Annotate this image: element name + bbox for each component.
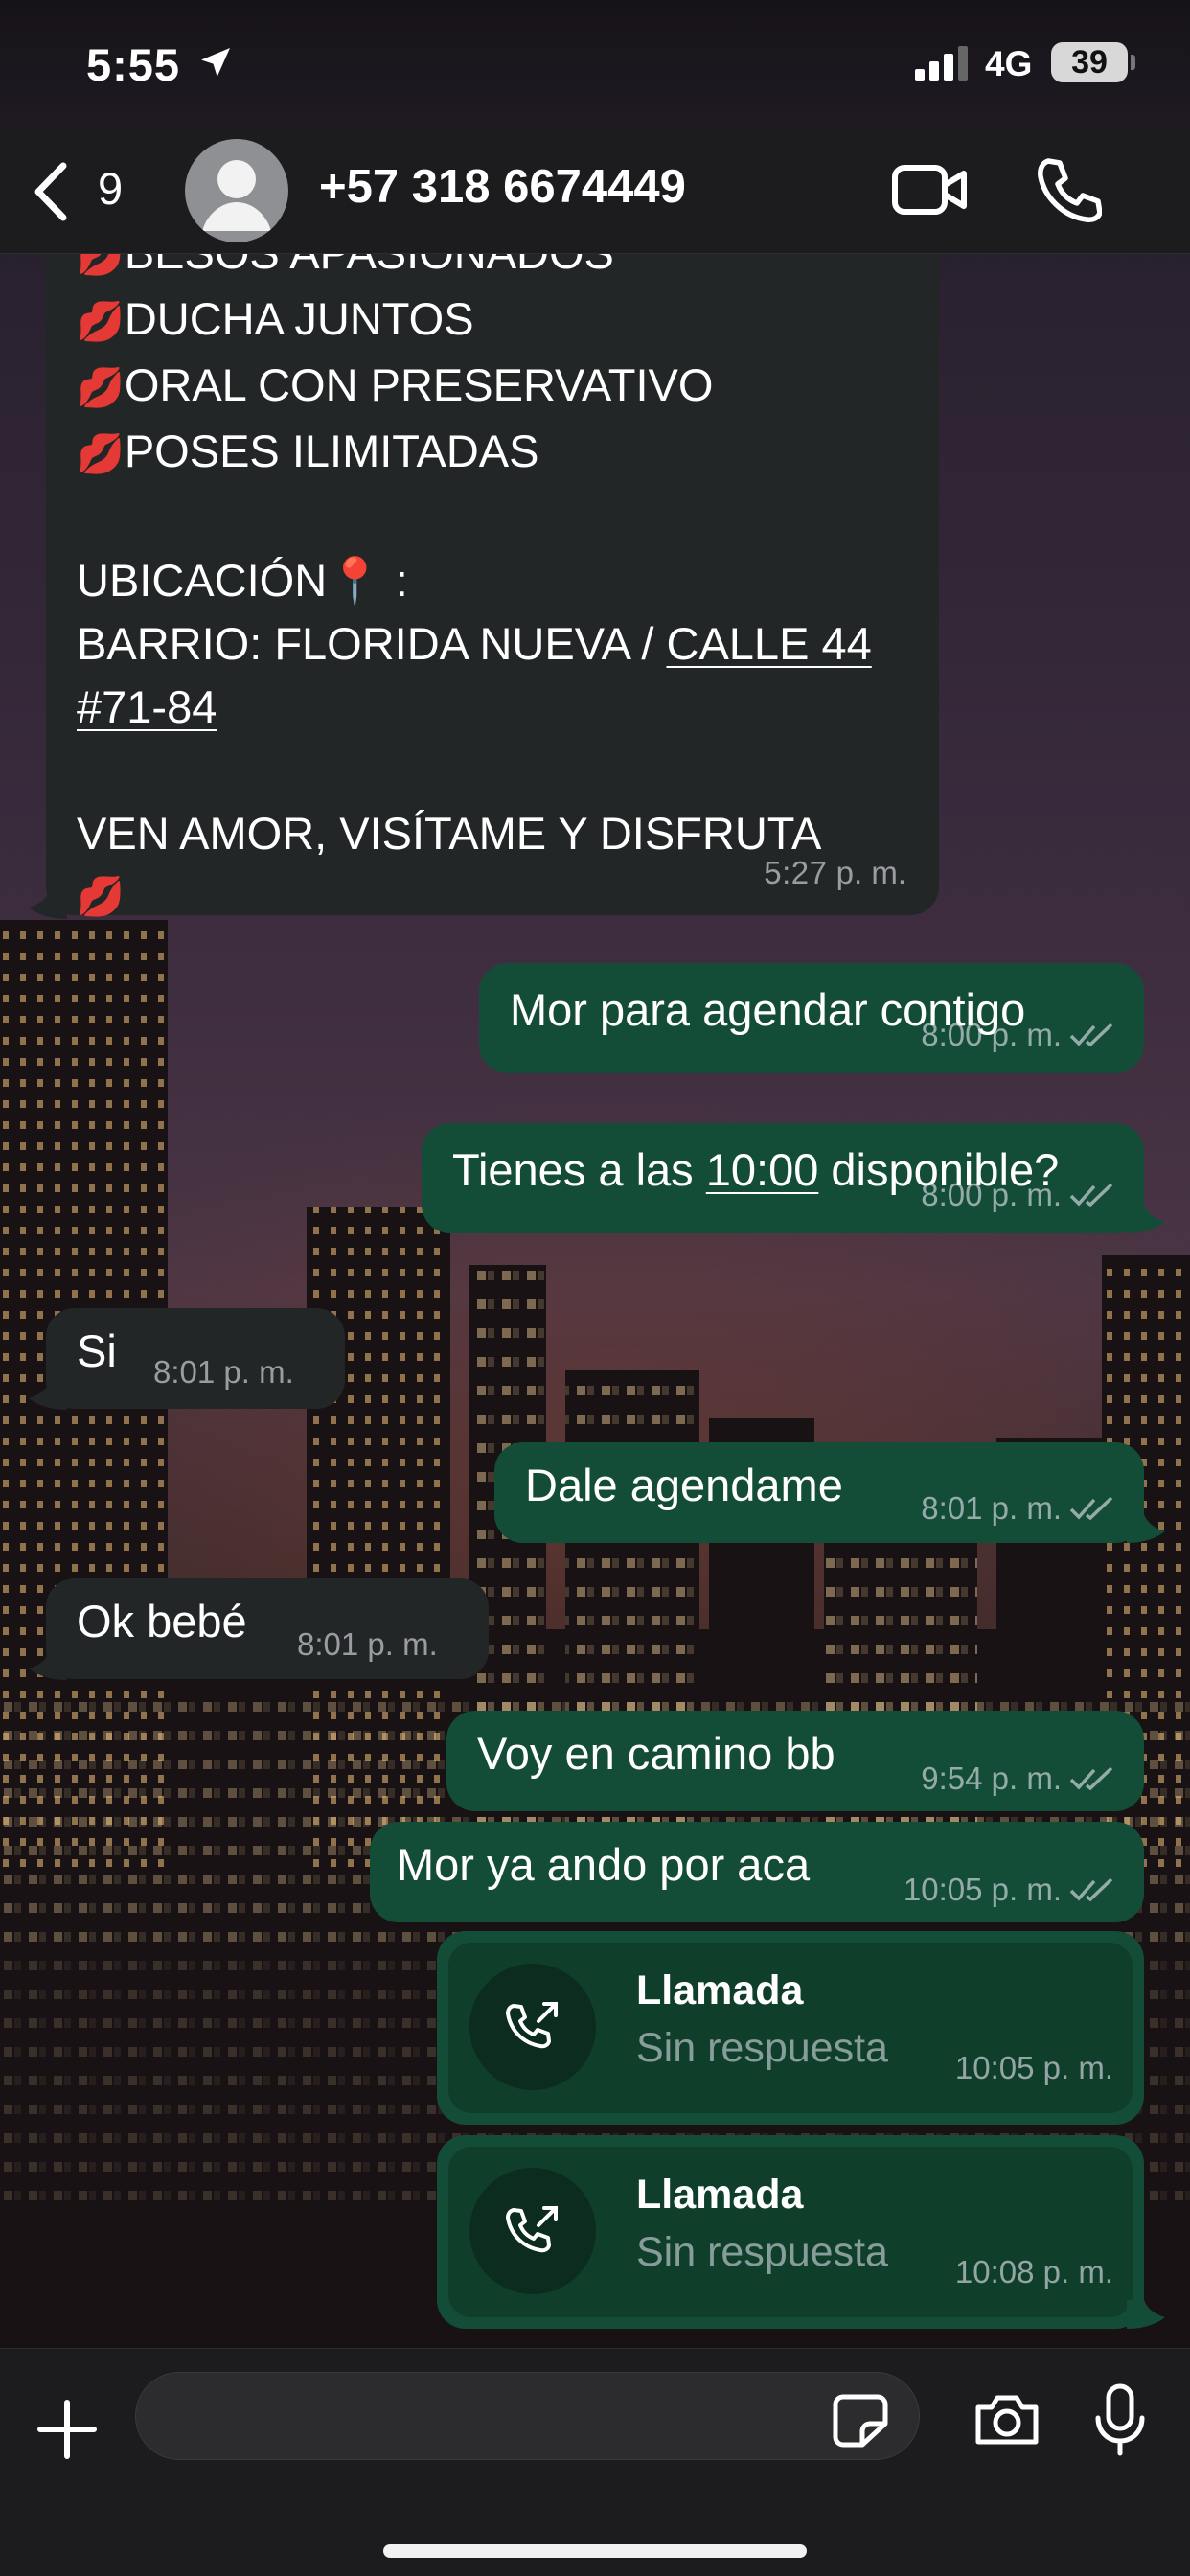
plus-icon[interactable] [36,2399,98,2460]
message-timestamp: 8:00 p. m. [921,1163,1115,1226]
sticker-icon[interactable] [832,2393,889,2449]
message-timestamp: 10:05 p. m. [904,1858,1115,1920]
double-check-icon [1069,1183,1113,1208]
message-outgoing[interactable]: Dale agendame 8:01 p. m. [494,1442,1144,1543]
message-incoming[interactable]: Ok bebé 8:01 p. m. [46,1578,489,1679]
message-text: Ok bebé [77,1596,247,1646]
message-timestamp: 10:05 p. m. [954,2050,1113,2085]
message-timestamp: 8:01 p. m. [297,1626,438,1662]
avatar-icon [202,160,271,231]
call-card[interactable]: Llamada Sin respuesta 10:05 p. m. [448,1943,1133,2113]
double-check-icon [1069,1766,1113,1791]
message-incoming[interactable]: 💋BESOS APASIONADOS 💋DUCHA JUNTOS 💋ORAL C… [46,254,939,918]
kiss-icon: 💋 [77,254,125,277]
message-input[interactable] [135,2372,920,2460]
double-check-icon [1069,1877,1113,1902]
list-item: 💋DUCHA JUNTOS [77,293,474,344]
message-text: VEN AMOR, VISÍTAME Y DISFRUTA [77,808,822,859]
missed-call-bubble[interactable]: Llamada Sin respuesta 10:05 p. m. [437,1931,1144,2125]
composer-bar [0,2348,1190,2576]
call-status: Sin respuesta [636,2229,888,2275]
status-bar: 5:55 4G 39 [0,0,1190,129]
bubble-tail [29,1651,67,1680]
message-outgoing[interactable]: Mor para agendar contigo 8:00 p. m. [479,963,1144,1073]
bubble-tail [29,1381,67,1410]
double-check-icon [1069,1023,1113,1047]
missed-call-bubble[interactable]: Llamada Sin respuesta 10:08 p. m. [437,2135,1144,2329]
message-text: Mor ya ando por aca [397,1839,811,1890]
call-icon-circle [469,2168,596,2294]
call-icon-circle [469,1964,596,2090]
microphone-icon[interactable] [1093,2383,1147,2456]
message-incoming[interactable]: Si 8:01 p. m. [46,1308,345,1409]
home-indicator[interactable] [383,2544,807,2558]
status-time: 5:55 [86,39,181,90]
message-timestamp: 5:27 p. m. [764,855,906,890]
contact-name[interactable]: +57 318 6674449 [319,160,686,214]
call-title: Llamada [636,1967,804,2013]
pin-icon: 📍 [327,555,383,606]
battery-indicator: 39 [1051,42,1135,82]
list-item: 💋ORAL CON PRESERVATIVO [77,359,714,410]
network-type: 4G [985,44,1033,83]
signal-icon [915,46,968,80]
kiss-icon: 💋 [77,433,125,475]
list-item: 💋BESOS APASIONADOS [77,254,872,288]
bubble-tail [29,890,67,919]
outgoing-call-icon [506,2206,558,2253]
message-timestamp: 8:00 p. m. [921,1003,1115,1066]
kiss-icon: 💋 [77,876,125,918]
address-link[interactable]: CALLE 44 [667,618,872,669]
kiss-icon: 💋 [77,301,125,343]
bubble-tail [1127,1514,1165,1543]
message-text: Si [77,1325,117,1376]
address-line: BARRIO: FLORIDA NUEVA / CALLE 44 [77,618,872,669]
bubble-tail [1127,2300,1165,2329]
location-arrow-icon [201,48,230,77]
double-check-icon [1069,1496,1113,1521]
avatar[interactable] [185,139,288,242]
phone-call-icon[interactable] [1035,155,1102,224]
message-text: Dale agendame [525,1460,843,1510]
message-timestamp: 9:54 p. m. [921,1747,1115,1809]
time-link[interactable]: 10:00 [706,1144,819,1195]
location-line: UBICACIÓN📍 : [77,555,408,606]
camera-icon[interactable] [973,2392,1041,2448]
call-title: Llamada [636,2172,804,2218]
message-text: Voy en camino bb [477,1728,835,1779]
unread-count[interactable]: 9 [98,162,123,215]
back-button[interactable] [31,160,82,223]
message-outgoing[interactable]: Tienes a las 10:00 disponible? 8:00 p. m… [422,1123,1144,1233]
message-outgoing[interactable]: Mor ya ando por aca 10:05 p. m. [370,1822,1144,1922]
message-outgoing[interactable]: Voy en camino bb 9:54 p. m. [446,1711,1144,1811]
message-list[interactable]: 💋BESOS APASIONADOS 💋DUCHA JUNTOS 💋ORAL C… [0,254,1190,2348]
call-status: Sin respuesta [636,2025,888,2071]
bubble-tail [1127,1205,1165,1233]
message-timestamp: 10:08 p. m. [954,2254,1113,2289]
back-chevron-icon [34,162,67,221]
call-card[interactable]: Llamada Sin respuesta 10:08 p. m. [448,2147,1133,2317]
list-item: 💋POSES ILIMITADAS [77,426,539,476]
address-link[interactable]: #71-84 [77,681,217,732]
message-timestamp: 8:01 p. m. [921,1477,1115,1539]
outgoing-call-icon [506,2002,558,2049]
message-timestamp: 8:01 p. m. [153,1354,294,1390]
video-call-icon[interactable] [891,160,970,219]
chat-header: 9 +57 318 6674449 [0,129,1190,254]
kiss-icon: 💋 [77,367,125,409]
